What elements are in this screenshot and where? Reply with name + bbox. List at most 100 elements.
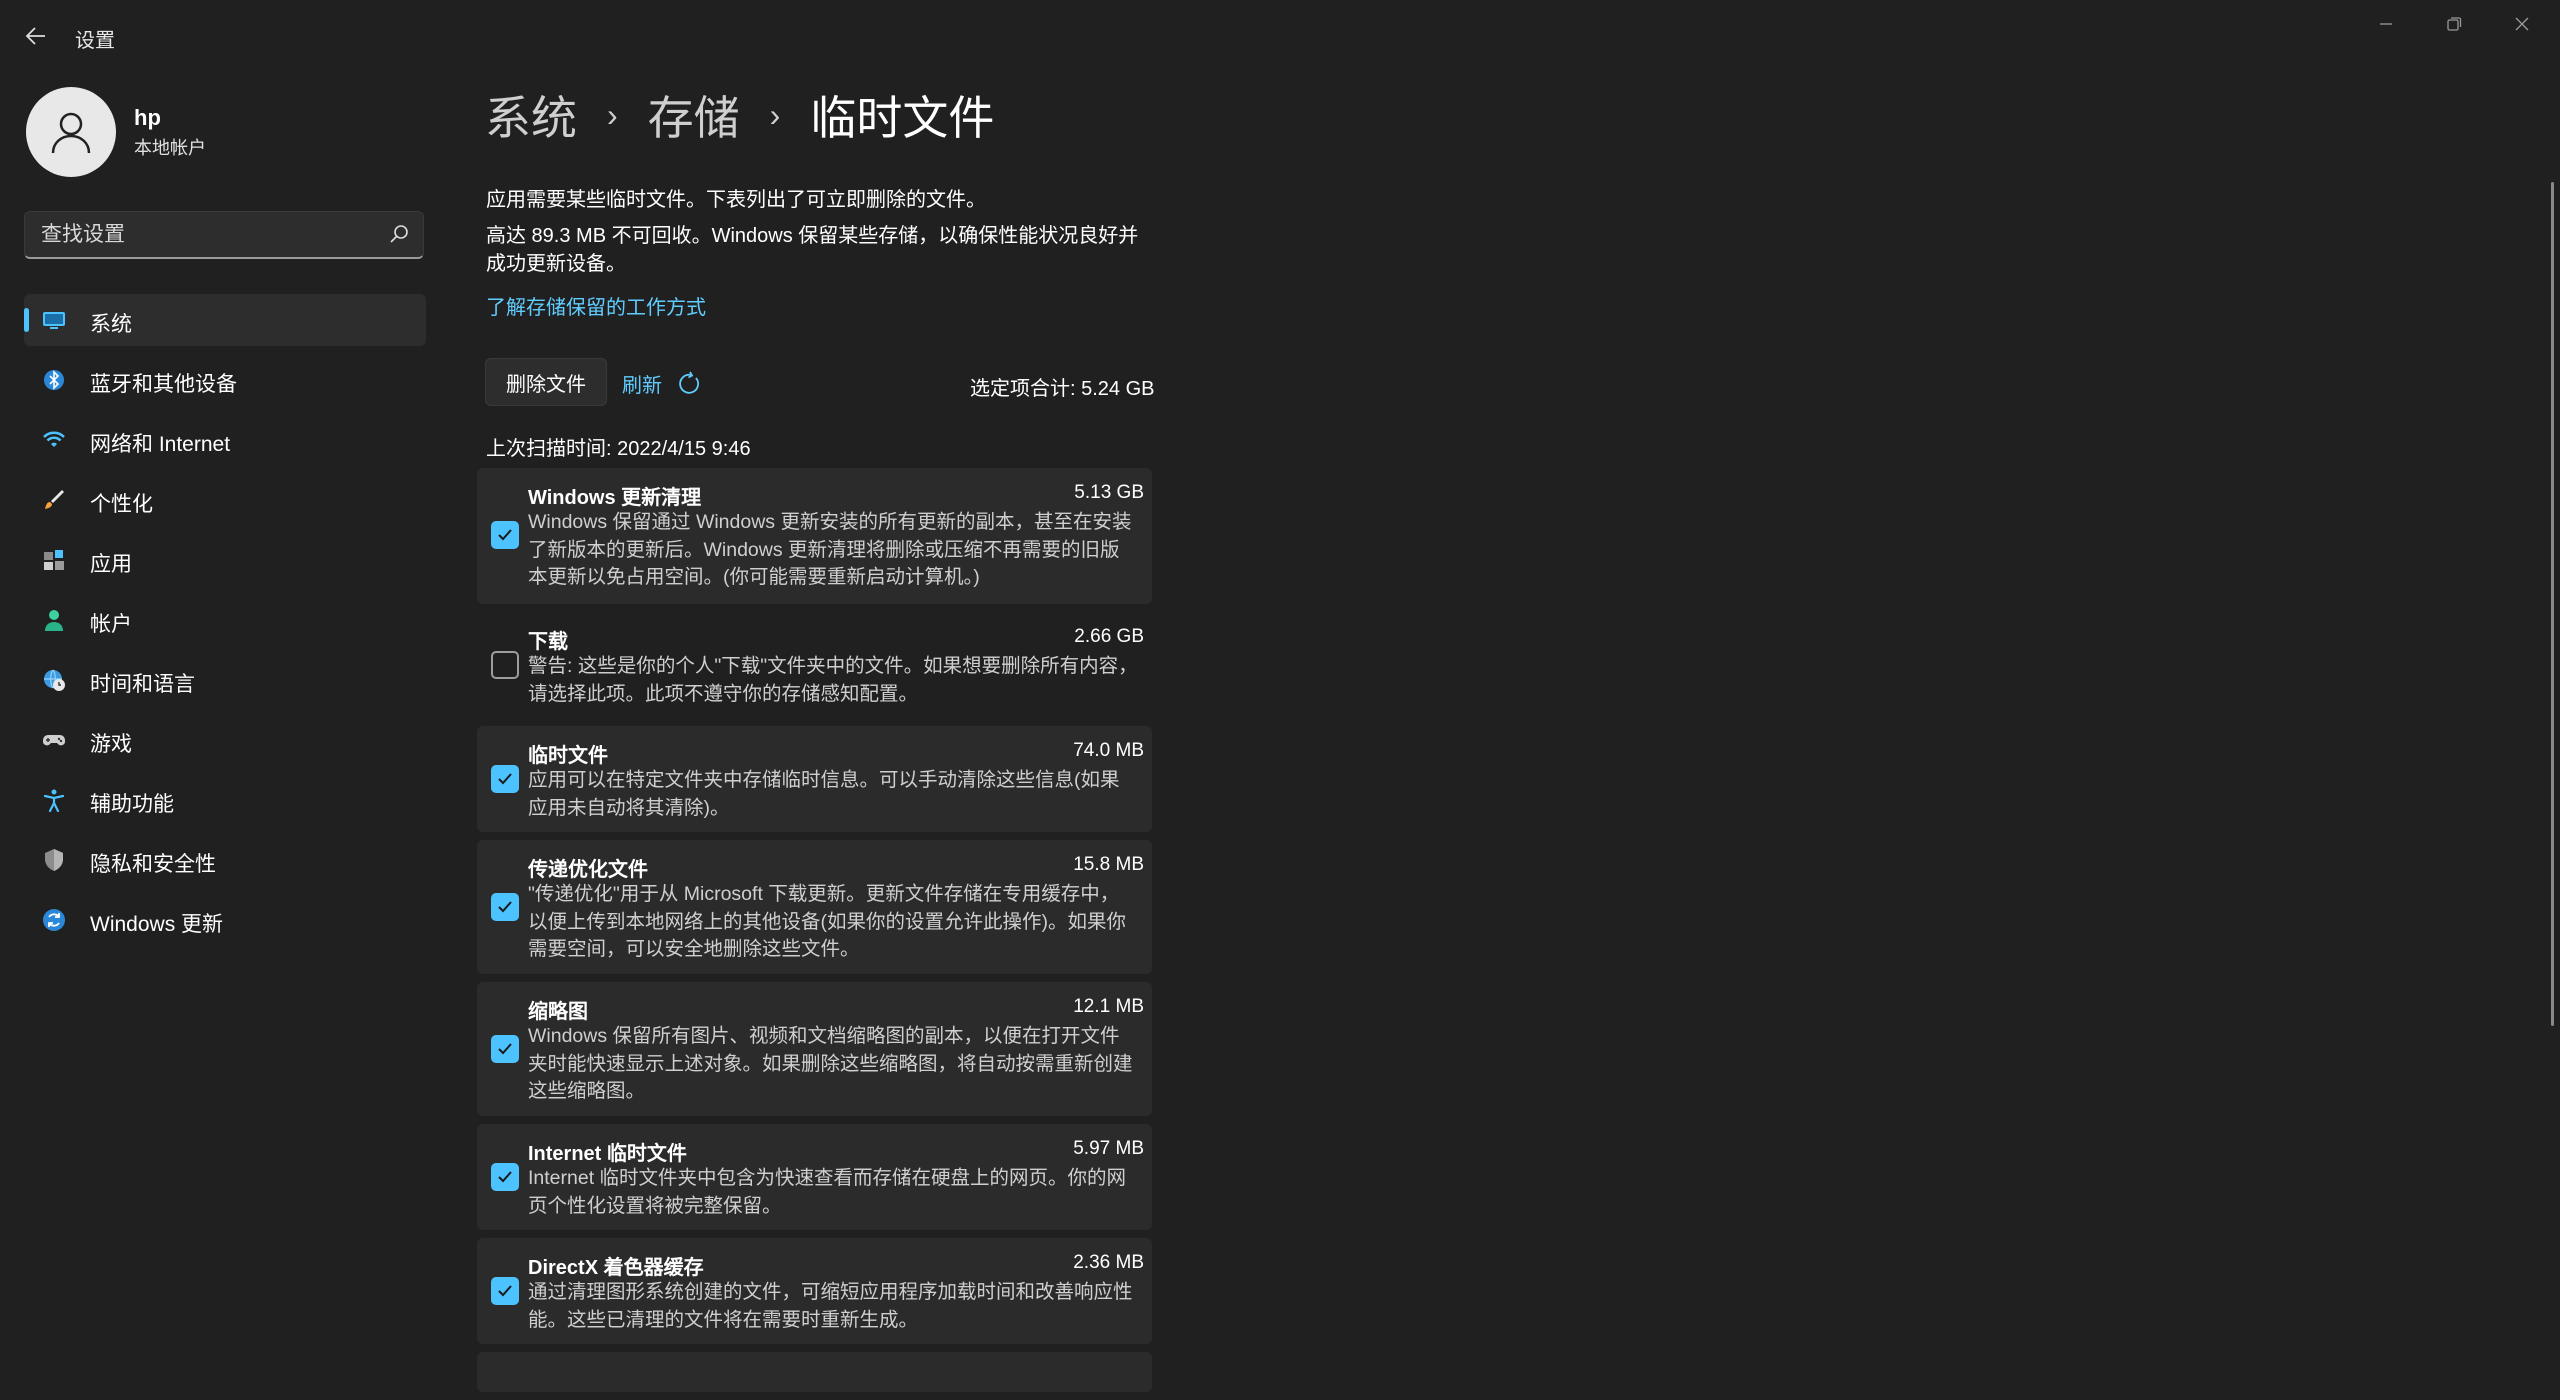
item-size: 5.97 MB [1073,1138,1144,1159]
item-description: Internet 临时文件夹中包含为快速查看而存储在硬盘上的网页。你的网页个性化… [528,1167,1127,1217]
brush-icon [45,490,64,509]
item-title: 临时文件 [528,745,608,767]
checkbox[interactable] [491,1277,519,1305]
sidebar-item-personalization[interactable]: 个性化 [24,474,426,526]
item-size: 2.36 MB [1073,1252,1144,1273]
sidebar-item-label: 系统 [90,313,132,336]
delete-files-button[interactable]: 删除文件 [485,358,607,406]
checkmark-icon [498,1043,512,1055]
sidebar-item-bluetooth[interactable]: 蓝牙和其他设备 [24,354,426,406]
list-item-downloads[interactable]: 下载 2.66 GB 警告: 这些是你的个人"下载"文件夹中的文件。如果想要删除… [477,612,1152,718]
back-button[interactable] [20,20,52,52]
list-item-partial[interactable] [477,1352,1152,1392]
sidebar-item-time-language[interactable]: 时间和语言 [24,654,426,706]
checkbox[interactable] [491,1035,519,1063]
sidebar-item-apps[interactable]: 应用 [24,534,426,586]
selected-total: 选定项合计: 5.24 GB [970,378,1155,400]
refresh-icon [679,371,699,394]
update-icon [43,909,65,931]
sidebar-item-label: 蓝牙和其他设备 [90,373,237,396]
list-item-internet-temp-files[interactable]: Internet 临时文件 5.97 MB Internet 临时文件夹中包含为… [477,1124,1152,1230]
sidebar-item-network[interactable]: 网络和 Internet [24,414,426,466]
list-item-directx-shader-cache[interactable]: DirectX 着色器缓存 2.36 MB 通过清理图形系统创建的文件，可缩短应… [477,1238,1152,1344]
sidebar-item-windows-update[interactable]: Windows 更新 [24,894,426,946]
bluetooth-icon [44,370,64,390]
item-description: 通过清理图形系统创建的文件，可缩短应用程序加载时间和改善响应性能。这些已清理的文… [528,1281,1133,1331]
list-item-temporary-files[interactable]: 临时文件 74.0 MB 应用可以在特定文件夹中存储临时信息。可以手动清除这些信… [477,726,1152,832]
checkmark-icon [498,901,512,913]
item-description: 应用可以在特定文件夹中存储临时信息。可以手动清除这些信息(如果应用未自动将其清除… [528,769,1120,819]
chevron-right-icon: › [607,96,618,133]
minimize-button[interactable] [2352,0,2420,48]
item-size: 15.8 MB [1073,854,1144,875]
checkmark-icon [498,529,512,541]
sidebar-item-label: 时间和语言 [90,673,195,696]
page-title: 临时文件 [810,92,995,144]
system-icon [43,312,65,329]
item-title: 下载 [528,631,568,653]
account-icon [45,610,63,631]
item-description: Windows 保留通过 Windows 更新安装的所有更新的副本，甚至在安装了… [528,511,1132,588]
sidebar-item-label: 个性化 [90,493,153,516]
sidebar-item-label: 隐私和安全性 [90,853,216,876]
item-size: 12.1 MB [1073,996,1144,1017]
item-title: Windows 更新清理 [528,487,702,509]
close-icon [2515,17,2529,31]
item-size: 2.66 GB [1074,626,1144,647]
back-arrow-icon [25,27,45,45]
user-name: hp [134,105,161,130]
breadcrumb: 系统 › 存储 › 临时文件 [485,82,994,148]
restore-button[interactable] [2420,0,2488,48]
list-item-thumbnails[interactable]: 缩略图 12.1 MB Windows 保留所有图片、视频和文档缩略图的副本，以… [477,982,1152,1116]
breadcrumb-system[interactable]: 系统 [485,82,577,148]
item-title: Internet 临时文件 [528,1143,687,1165]
active-indicator [24,308,29,332]
sidebar-item-accessibility[interactable]: 辅助功能 [24,774,426,826]
scrollbar[interactable] [2551,182,2554,1026]
temp-file-list: Windows 更新清理 5.13 GB Windows 保留通过 Window… [477,468,1152,1400]
checkmark-icon [498,1171,512,1183]
search-icon[interactable] [389,224,409,244]
apps-icon [44,550,64,570]
item-description: Windows 保留所有图片、视频和文档缩略图的副本，以便在打开文件夹时能快速显… [528,1025,1133,1102]
item-size: 74.0 MB [1073,740,1144,761]
chevron-right-icon: › [769,96,781,133]
sidebar-item-label: 游戏 [90,733,132,756]
refresh-button[interactable]: 刷新 [622,369,702,398]
sidebar-item-accounts[interactable]: 帐户 [24,594,426,646]
item-title: 传递优化文件 [528,859,648,881]
checkmark-icon [498,1285,512,1297]
sidebar-item-system[interactable]: 系统 [24,294,426,346]
minimize-icon [2380,23,2392,25]
learn-storage-reserve-link[interactable]: 了解存储保留的工作方式 [486,291,706,320]
checkmark-icon [498,773,512,785]
sidebar-item-label: 辅助功能 [90,793,174,816]
checkbox[interactable] [491,893,519,921]
sidebar-nav: 系统 蓝牙和其他设备 网络和 Internet 个性化 应用 帐户 时间和语言 … [24,294,426,954]
checkbox[interactable] [491,1163,519,1191]
checkbox[interactable] [491,521,519,549]
sidebar-item-label: 帐户 [90,613,132,636]
refresh-label: 刷新 [622,375,662,397]
title-bar: 设置 [0,0,2560,72]
sidebar-item-gaming[interactable]: 游戏 [24,714,426,766]
close-button[interactable] [2488,0,2556,48]
list-item-windows-update-cleanup[interactable]: Windows 更新清理 5.13 GB Windows 保留通过 Window… [477,468,1152,604]
list-item-delivery-optimization[interactable]: 传递优化文件 15.8 MB "传递优化"用于从 Microsoft 下载更新。… [477,840,1152,974]
item-title: DirectX 着色器缓存 [528,1257,704,1279]
checkbox[interactable] [491,765,519,793]
description-text: 应用需要某些临时文件。下表列出了可立即删除的文件。 [486,189,986,211]
account-type: 本地帐户 [134,138,206,158]
avatar [26,87,116,177]
sidebar-item-label: 应用 [90,553,132,576]
search-input[interactable] [39,212,383,258]
search-box[interactable] [24,211,424,259]
checkbox[interactable] [491,651,519,679]
breadcrumb-storage[interactable]: 存储 [648,82,740,148]
app-title: 设置 [75,30,115,52]
last-scan-time: 上次扫描时间: 2022/4/15 9:46 [486,438,751,460]
sidebar-item-privacy[interactable]: 隐私和安全性 [24,834,426,886]
sidebar-item-label: 网络和 Internet [90,433,231,456]
item-title: 缩略图 [528,1001,588,1023]
item-size: 5.13 GB [1074,482,1144,503]
